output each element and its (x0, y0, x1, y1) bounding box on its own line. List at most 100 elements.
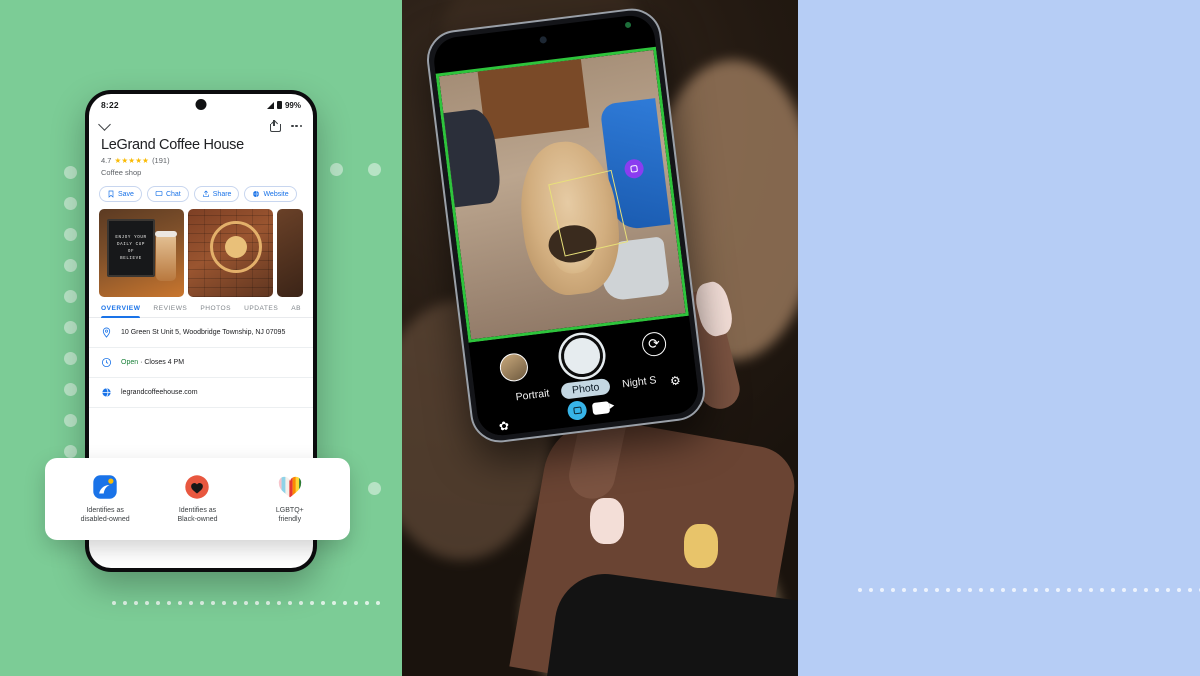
badge-line1: Identifies as (178, 506, 217, 514)
camera-modes-icon[interactable]: ✿ (498, 418, 510, 433)
attribute-badges-card: Identifies as disabled-owned Identifies … (45, 458, 350, 540)
share-label: Share (212, 190, 232, 198)
tab-about[interactable]: AB (291, 305, 301, 317)
decor-dot (368, 482, 381, 495)
status-time: 8:22 (101, 100, 119, 110)
website-row[interactable]: legrandcoffeehouse.com (89, 378, 313, 408)
camera-screen: Portrait Photo Night S ⚙ ✿ (431, 12, 701, 439)
rating-value: 4.7 (101, 156, 112, 165)
battery-percent: 99% (284, 100, 301, 110)
decor-dot (64, 445, 77, 458)
board-line: OF (127, 249, 135, 254)
decor-dot (64, 352, 77, 365)
camera-settings-icon[interactable]: ⚙ (669, 373, 681, 388)
decor-dot (64, 166, 77, 179)
mode-portrait[interactable]: Portrait (515, 387, 550, 403)
chat-icon (155, 191, 163, 196)
black-owned-icon (185, 474, 210, 499)
badge-line1: Identifies as (86, 506, 124, 514)
status-bar: 8:22 99% (89, 94, 313, 116)
video-mode-icon[interactable] (591, 400, 611, 415)
decor-dot-row-top (330, 163, 402, 176)
badge-black-owned[interactable]: Identifies as Black-owned (151, 474, 243, 525)
mode-night-sight[interactable]: Night S (621, 374, 657, 390)
location-pin-icon (102, 327, 111, 338)
disabled-owned-icon (93, 474, 117, 499)
decor-dot-line-blue (858, 588, 1200, 592)
tab-updates[interactable]: UPDATES (244, 305, 278, 317)
review-count[interactable]: (191) (152, 156, 170, 165)
overflow-menu-icon[interactable] (291, 124, 302, 128)
decor-dot-line-bottom (112, 601, 387, 605)
decor-dot (64, 414, 77, 427)
business-photo[interactable] (187, 209, 273, 297)
address-text: 10 Green St Unit 5, Woodbridge Township,… (121, 329, 286, 336)
website-text: legrandcoffeehouse.com (121, 389, 198, 396)
flip-camera-icon[interactable] (640, 330, 668, 358)
address-row[interactable]: 10 Green St Unit 5, Woodbridge Township,… (89, 318, 313, 348)
photo-strip: ENJOY YOUR DAILY CUP OF BELIEVE (89, 209, 313, 297)
business-photo[interactable]: ENJOY YOUR DAILY CUP OF BELIEVE (99, 209, 184, 297)
closing-time: Closes 4 PM (144, 359, 185, 366)
website-button[interactable]: Website (244, 186, 297, 202)
share-icon (203, 190, 209, 197)
camera-punch-hole (195, 99, 207, 110)
website-label: Website (263, 190, 289, 198)
chat-button[interactable]: Chat (146, 186, 189, 202)
save-label: Save (118, 190, 134, 198)
fingernail (590, 498, 624, 544)
tab-reviews[interactable]: REVIEWS (153, 305, 187, 317)
tab-overview[interactable]: OVERVIEW (101, 305, 141, 318)
badge-label: LGBTQ+ friendly (276, 506, 304, 525)
top-actions (269, 120, 302, 132)
tab-photos[interactable]: PHOTOS (200, 305, 231, 317)
photo-mode-icon[interactable] (566, 399, 588, 422)
decor-dot (64, 259, 77, 272)
camera-photo-panel: Portrait Photo Night S ⚙ ✿ (402, 0, 798, 676)
hours-row[interactable]: Open · Closes 4 PM (89, 348, 313, 378)
status-indicators: 99% (266, 100, 301, 110)
board-line: BELIEVE (120, 256, 142, 261)
rating-row: 4.7 ★★★★★ (191) (89, 153, 313, 165)
decor-dot (64, 290, 77, 303)
globe-icon (102, 388, 111, 397)
share-icon[interactable] (269, 120, 282, 132)
tab-bar: OVERVIEW REVIEWS PHOTOS UPDATES AB (89, 297, 313, 318)
share-button[interactable]: Share (193, 186, 240, 202)
badge-label: Identifies as Black-owned (177, 506, 217, 525)
mode-photo[interactable]: Photo (560, 377, 612, 400)
badge-lgbtq-friendly[interactable]: LGBTQ+ friendly (244, 474, 336, 525)
viewfinder[interactable] (435, 46, 689, 343)
hours-text: Open · Closes 4 PM (121, 359, 184, 366)
collapse-chevron-down-icon[interactable] (98, 118, 111, 131)
camera-phone: Portrait Photo Night S ⚙ ✿ (423, 5, 709, 446)
signal-icon (266, 101, 274, 109)
assistant-routines-panel: Commuting home (798, 0, 1200, 676)
photo-scene: Portrait Photo Night S ⚙ ✿ (402, 0, 798, 676)
battery-icon (276, 101, 282, 109)
lgbtq-friendly-icon (278, 476, 302, 497)
decor-dot (64, 321, 77, 334)
cup-lid (155, 231, 177, 237)
decor-dot (64, 197, 77, 210)
board-line: ENJOY YOUR (115, 235, 147, 240)
business-photo[interactable] (276, 209, 303, 297)
action-chip-row: Save Chat Share Website (89, 177, 313, 209)
badge-line2: disabled-owned (80, 516, 130, 523)
decor-dot (368, 163, 381, 176)
chat-label: Chat (165, 190, 181, 198)
badge-label: Identifies as disabled-owned (81, 506, 130, 525)
iced-coffee-cup (156, 235, 176, 281)
status-led-icon (624, 21, 632, 29)
screenshot-stage: 8:22 99% LeGrand Coffee House 4.7 ★★★★★ … (0, 0, 1200, 676)
clock-icon (101, 357, 112, 368)
save-button[interactable]: Save (99, 186, 142, 202)
shutter-button[interactable] (558, 332, 606, 380)
last-photo-thumbnail[interactable] (498, 351, 530, 384)
badge-disabled-owned[interactable]: Identifies as disabled-owned (59, 474, 151, 525)
maps-panel: 8:22 99% LeGrand Coffee House 4.7 ★★★★★ … (0, 0, 402, 676)
decor-dot-column (64, 166, 77, 489)
fingernail (684, 524, 718, 568)
badge-line1: LGBTQ+ (275, 506, 304, 514)
letter-board: ENJOY YOUR DAILY CUP OF BELIEVE (107, 219, 155, 277)
